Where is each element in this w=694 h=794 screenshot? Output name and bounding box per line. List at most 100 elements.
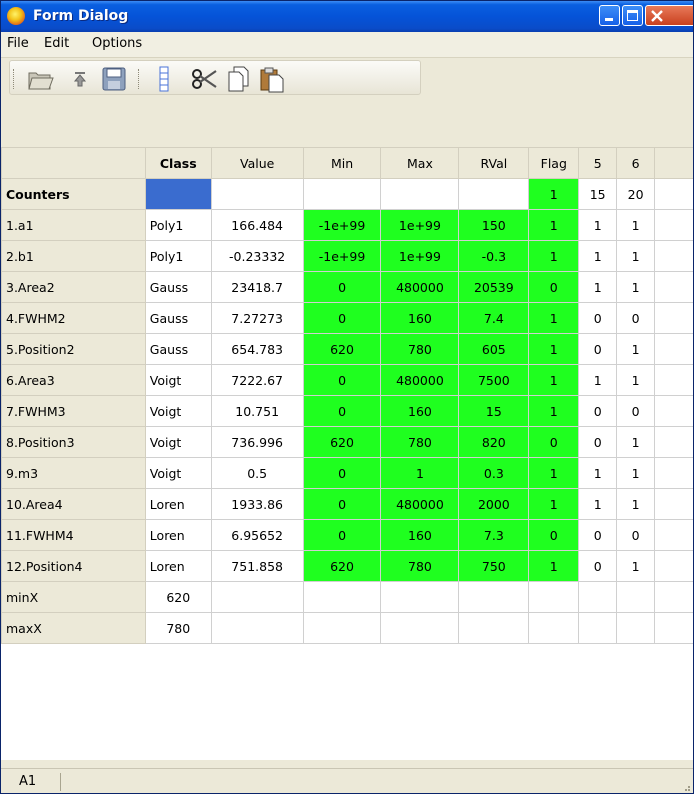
column-header[interactable]: Flag [528,147,580,179]
table-cell[interactable]: 620 [302,426,382,458]
table-cell[interactable]: 780 [380,550,460,582]
table-cell[interactable]: 160 [380,519,460,551]
column-header[interactable] [654,147,693,179]
minimize-button[interactable] [599,5,620,26]
table-cell[interactable]: 750 [458,550,530,582]
table-cell[interactable]: 23418.7 [210,271,304,303]
table-cell[interactable]: 0 [302,271,382,303]
table-cell[interactable]: 20539 [458,271,530,303]
table-cell[interactable]: Gauss [144,333,212,365]
table-cell[interactable]: 15 [458,395,530,427]
table-cell[interactable]: 1e+99 [380,240,460,272]
table-cell[interactable] [578,612,618,644]
table-cell[interactable]: 1 [616,240,656,272]
column-header[interactable]: 6 [616,147,656,179]
save-button[interactable] [100,65,128,93]
table-cell[interactable]: Poly1 [144,209,212,241]
table-cell[interactable]: 7.4 [458,302,530,334]
table-cell[interactable]: 0 [578,395,618,427]
table-cell[interactable]: 0 [578,302,618,334]
column-header[interactable]: RVal [458,147,530,179]
table-cell[interactable]: 1 [616,550,656,582]
table-cell[interactable]: 0 [302,395,382,427]
row-header[interactable]: 6.Area3 [1,364,146,396]
table-cell[interactable]: 780 [144,612,212,644]
table-cell[interactable]: 1 [616,426,656,458]
table-cell[interactable]: 654.783 [210,333,304,365]
table-cell[interactable]: 6.95652 [210,519,304,551]
table-cell[interactable]: 1 [616,209,656,241]
table-cell[interactable]: 1 [578,209,618,241]
table-cell[interactable]: 1 [528,178,580,210]
table-cell[interactable]: 1933.86 [210,488,304,520]
table-cell[interactable]: 1 [528,302,580,334]
table-cell[interactable] [654,519,693,551]
table-cell[interactable]: 0 [302,302,382,334]
table-cell[interactable] [302,612,382,644]
column-header[interactable]: Class [144,147,212,179]
table-cell[interactable] [210,581,304,613]
table-cell[interactable]: -1e+99 [302,209,382,241]
table-cell[interactable] [302,178,382,210]
table-cell[interactable] [654,581,693,613]
table-cell[interactable]: 20 [616,178,656,210]
table-cell[interactable]: 1 [578,457,618,489]
table-cell[interactable]: 0 [578,426,618,458]
table-cell[interactable]: 620 [144,581,212,613]
table-cell[interactable]: 0 [578,519,618,551]
table-cell[interactable]: 1 [528,209,580,241]
table-cell[interactable]: 7500 [458,364,530,396]
menu-options[interactable]: Options [92,36,142,51]
table-cell[interactable]: 620 [302,333,382,365]
table-cell[interactable]: 605 [458,333,530,365]
table-cell[interactable]: 0 [616,395,656,427]
table-cell[interactable]: 10.751 [210,395,304,427]
column-header[interactable]: 5 [578,147,618,179]
table-cell[interactable]: 1 [528,488,580,520]
resize-grip-icon[interactable] [681,782,691,792]
table-cell[interactable] [654,457,693,489]
table-cell[interactable]: -1e+99 [302,240,382,272]
column-button[interactable] [150,65,178,93]
toolbar-grip[interactable] [13,69,17,89]
table-cell[interactable] [210,178,304,210]
table-cell[interactable]: 0 [302,488,382,520]
column-header[interactable]: Value [210,147,304,179]
table-cell[interactable] [616,581,656,613]
table-cell[interactable]: 2000 [458,488,530,520]
row-header[interactable]: 1.a1 [1,209,146,241]
table-cell[interactable]: Voigt [144,457,212,489]
menu-edit[interactable]: Edit [44,36,69,51]
table-cell[interactable] [380,178,460,210]
table-cell[interactable] [654,488,693,520]
column-header[interactable]: Max [380,147,460,179]
table-cell[interactable]: 1 [578,364,618,396]
table-cell[interactable]: 1 [380,457,460,489]
table-cell[interactable] [654,209,693,241]
table-cell[interactable]: 480000 [380,364,460,396]
table-cell[interactable]: 1 [616,333,656,365]
row-header[interactable]: 8.Position3 [1,426,146,458]
table-cell[interactable] [458,612,530,644]
table-cell[interactable]: 0 [302,519,382,551]
table-cell[interactable] [616,612,656,644]
table-cell[interactable]: Gauss [144,302,212,334]
table-cell[interactable]: 480000 [380,488,460,520]
table-cell[interactable]: 1 [578,488,618,520]
title-bar[interactable]: Form Dialog [1,1,693,32]
row-header[interactable]: 12.Position4 [1,550,146,582]
paste-button[interactable] [258,65,286,93]
table-cell[interactable]: 0.5 [210,457,304,489]
table-cell[interactable]: 751.858 [210,550,304,582]
table-cell[interactable]: 820 [458,426,530,458]
table-cell[interactable]: 1 [528,395,580,427]
table-cell[interactable]: 160 [380,302,460,334]
table-cell[interactable]: 0 [528,519,580,551]
table-cell[interactable]: 0 [578,333,618,365]
table-cell[interactable]: 0 [302,457,382,489]
table-cell[interactable]: 1 [528,457,580,489]
table-cell[interactable]: 0.3 [458,457,530,489]
table-cell[interactable]: 620 [302,550,382,582]
table-cell[interactable]: 1 [528,333,580,365]
table-cell[interactable]: 1 [528,550,580,582]
